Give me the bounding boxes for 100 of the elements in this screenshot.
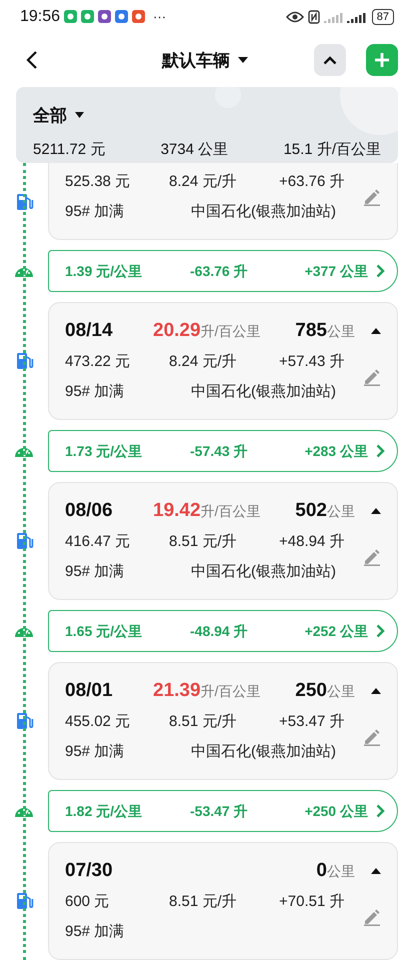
distance-value: 785 xyxy=(295,318,327,343)
edit-icon[interactable] xyxy=(363,728,381,746)
collapse-caret-icon[interactable] xyxy=(371,868,381,874)
distance-unit: 公里 xyxy=(327,862,355,880)
gas-station: 中国石化(银燕加油站) xyxy=(191,562,336,582)
fuel-volume: +70.51 升 xyxy=(279,892,344,912)
fuel-price: 8.24 元/升 xyxy=(169,172,238,192)
chevron-right-icon xyxy=(376,444,385,458)
fuel-price: 8.51 元/升 xyxy=(169,892,238,912)
fuel-pump-icon xyxy=(14,711,34,731)
refuel-card[interactable]: 08/01 21.39升/百公里 250公里 455.02 元 8.51 元/升 +53.47 升 95# 加满 中国石化(银燕加油站) xyxy=(48,662,398,780)
more-notifications: ··· xyxy=(153,8,166,26)
fuel-pump-icon xyxy=(14,891,34,911)
collapse-caret-icon[interactable] xyxy=(371,508,381,514)
gas-station: 中国石化(银燕加油站) xyxy=(191,202,336,222)
fuel-used: -57.43 升 xyxy=(190,442,249,460)
fuel-price: 8.24 元/升 xyxy=(169,352,238,372)
total-cost: 5211.72 元 xyxy=(33,140,106,160)
battery-level: 87 xyxy=(372,8,394,25)
plus-icon xyxy=(373,51,391,70)
refuel-card[interactable]: 08/06 19.42升/百公里 502公里 416.47 元 8.51 元/升 +48.94 升 95# 加满 中国石化(银燕加油站) xyxy=(48,482,398,600)
edit-icon[interactable] xyxy=(363,368,381,386)
edit-icon[interactable] xyxy=(363,548,381,566)
fuel-used: -48.94 升 xyxy=(190,622,249,640)
refuel-card[interactable]: 08/14 20.29升/百公里 785公里 473.22 元 8.24 元/升 +57.43 升 95# 加满 中国石化(银燕加油站) xyxy=(48,302,398,420)
app-notification-icon xyxy=(115,10,128,24)
distance-unit: 公里 xyxy=(327,502,355,520)
collapse-button[interactable] xyxy=(314,44,346,76)
total-distance: 3734 公里 xyxy=(160,140,228,160)
distance-value: 0 xyxy=(316,858,327,883)
chevron-right-icon xyxy=(376,264,385,278)
cost-per-km: 1.82 元/公里 xyxy=(65,802,144,820)
fuel-volume: +57.43 升 xyxy=(279,352,344,372)
fuel-volume: +53.47 升 xyxy=(279,712,344,732)
chevron-right-icon xyxy=(376,804,385,818)
refuel-date: 07/30 xyxy=(65,858,114,883)
trip-distance: +283 公里 xyxy=(304,442,368,460)
filter-dropdown[interactable]: 全部 xyxy=(33,99,84,132)
fuel-pump-icon xyxy=(14,531,34,551)
edit-icon[interactable] xyxy=(363,188,381,206)
cost-per-km: 1.39 元/公里 xyxy=(65,262,144,280)
distance-unit: 公里 xyxy=(327,322,355,340)
signal-icon xyxy=(324,10,368,23)
nfc-icon xyxy=(308,10,320,24)
refuel-date: 08/06 xyxy=(65,498,114,523)
gas-station: 中国石化(银燕加油站) xyxy=(191,382,336,402)
back-icon xyxy=(26,50,38,70)
refuel-date: 08/14 xyxy=(65,318,114,343)
fuel-grade: 95# 加满 xyxy=(65,742,126,762)
cost-per-km: 1.65 元/公里 xyxy=(65,622,144,640)
edit-icon[interactable] xyxy=(363,908,381,926)
fuel-volume: +48.94 升 xyxy=(279,532,344,552)
fuel-pump-icon xyxy=(14,351,34,371)
app-notification-icon xyxy=(98,10,112,24)
collapse-caret-icon[interactable] xyxy=(371,688,381,694)
fuel-grade: 95# 加满 xyxy=(65,202,126,222)
consumption-unit: 升/百公里 xyxy=(200,682,260,701)
fuel-consumption: 21.39 xyxy=(153,678,201,703)
cost-per-km: 1.73 元/公里 xyxy=(65,442,144,460)
trip-distance: +252 公里 xyxy=(304,622,368,640)
fuel-price: 8.51 元/升 xyxy=(169,712,238,732)
refuel-date: 08/01 xyxy=(65,678,114,703)
refuel-amount: 416.47 元 xyxy=(65,532,132,552)
chevron-right-icon xyxy=(376,624,385,638)
trip-distance: +377 公里 xyxy=(304,262,368,280)
fuel-consumption: 19.42 xyxy=(153,498,201,523)
consumption-unit: 升/百公里 xyxy=(200,322,260,341)
fuel-grade: 95# 加满 xyxy=(65,382,126,402)
collapse-caret-icon[interactable] xyxy=(371,328,381,334)
refuel-amount: 600 元 xyxy=(65,892,110,912)
vehicle-selector[interactable]: 默认车辆 xyxy=(162,48,248,74)
caret-down-icon xyxy=(238,57,248,64)
refuel-card[interactable]: 525.38 元 8.24 元/升 +63.76 升 95# 加满 中国石化(银燕加油站) xyxy=(48,163,398,240)
trip-distance: +250 公里 xyxy=(304,802,368,820)
add-button[interactable] xyxy=(366,44,398,76)
fuel-pump-icon xyxy=(14,192,34,212)
refuel-card[interactable]: 07/30 0公里 600 元 8.51 元/升 +70.51 升 95# 加满 xyxy=(48,842,398,960)
chevron-up-icon xyxy=(323,56,337,65)
fuel-volume: +63.76 升 xyxy=(279,172,344,192)
status-time: 19:56 xyxy=(20,6,60,27)
distance-unit: 公里 xyxy=(327,682,355,700)
fuel-grade: 95# 加满 xyxy=(65,562,126,582)
average-consumption: 15.1 升/百公里 xyxy=(283,140,381,160)
refuel-amount: 525.38 元 xyxy=(65,172,132,192)
app-notification-icon xyxy=(132,10,146,24)
fuel-grade: 95# 加满 xyxy=(65,922,126,942)
fuel-consumption: 20.29 xyxy=(153,318,201,343)
app-notification-icon xyxy=(81,10,94,24)
distance-value: 502 xyxy=(295,498,327,523)
refuel-amount: 473.22 元 xyxy=(65,352,132,372)
consumption-unit: 升/百公里 xyxy=(200,502,260,521)
distance-value: 250 xyxy=(295,678,327,703)
fuel-used: -53.47 升 xyxy=(190,802,249,820)
refuel-amount: 455.02 元 xyxy=(65,712,132,732)
caret-down-icon xyxy=(75,112,84,118)
gas-station: 中国石化(银燕加油站) xyxy=(191,742,336,762)
eye-icon xyxy=(286,10,304,23)
fuel-price: 8.51 元/升 xyxy=(169,532,238,552)
app-notification-icon xyxy=(64,10,78,24)
fuel-used: -63.76 升 xyxy=(190,262,249,280)
